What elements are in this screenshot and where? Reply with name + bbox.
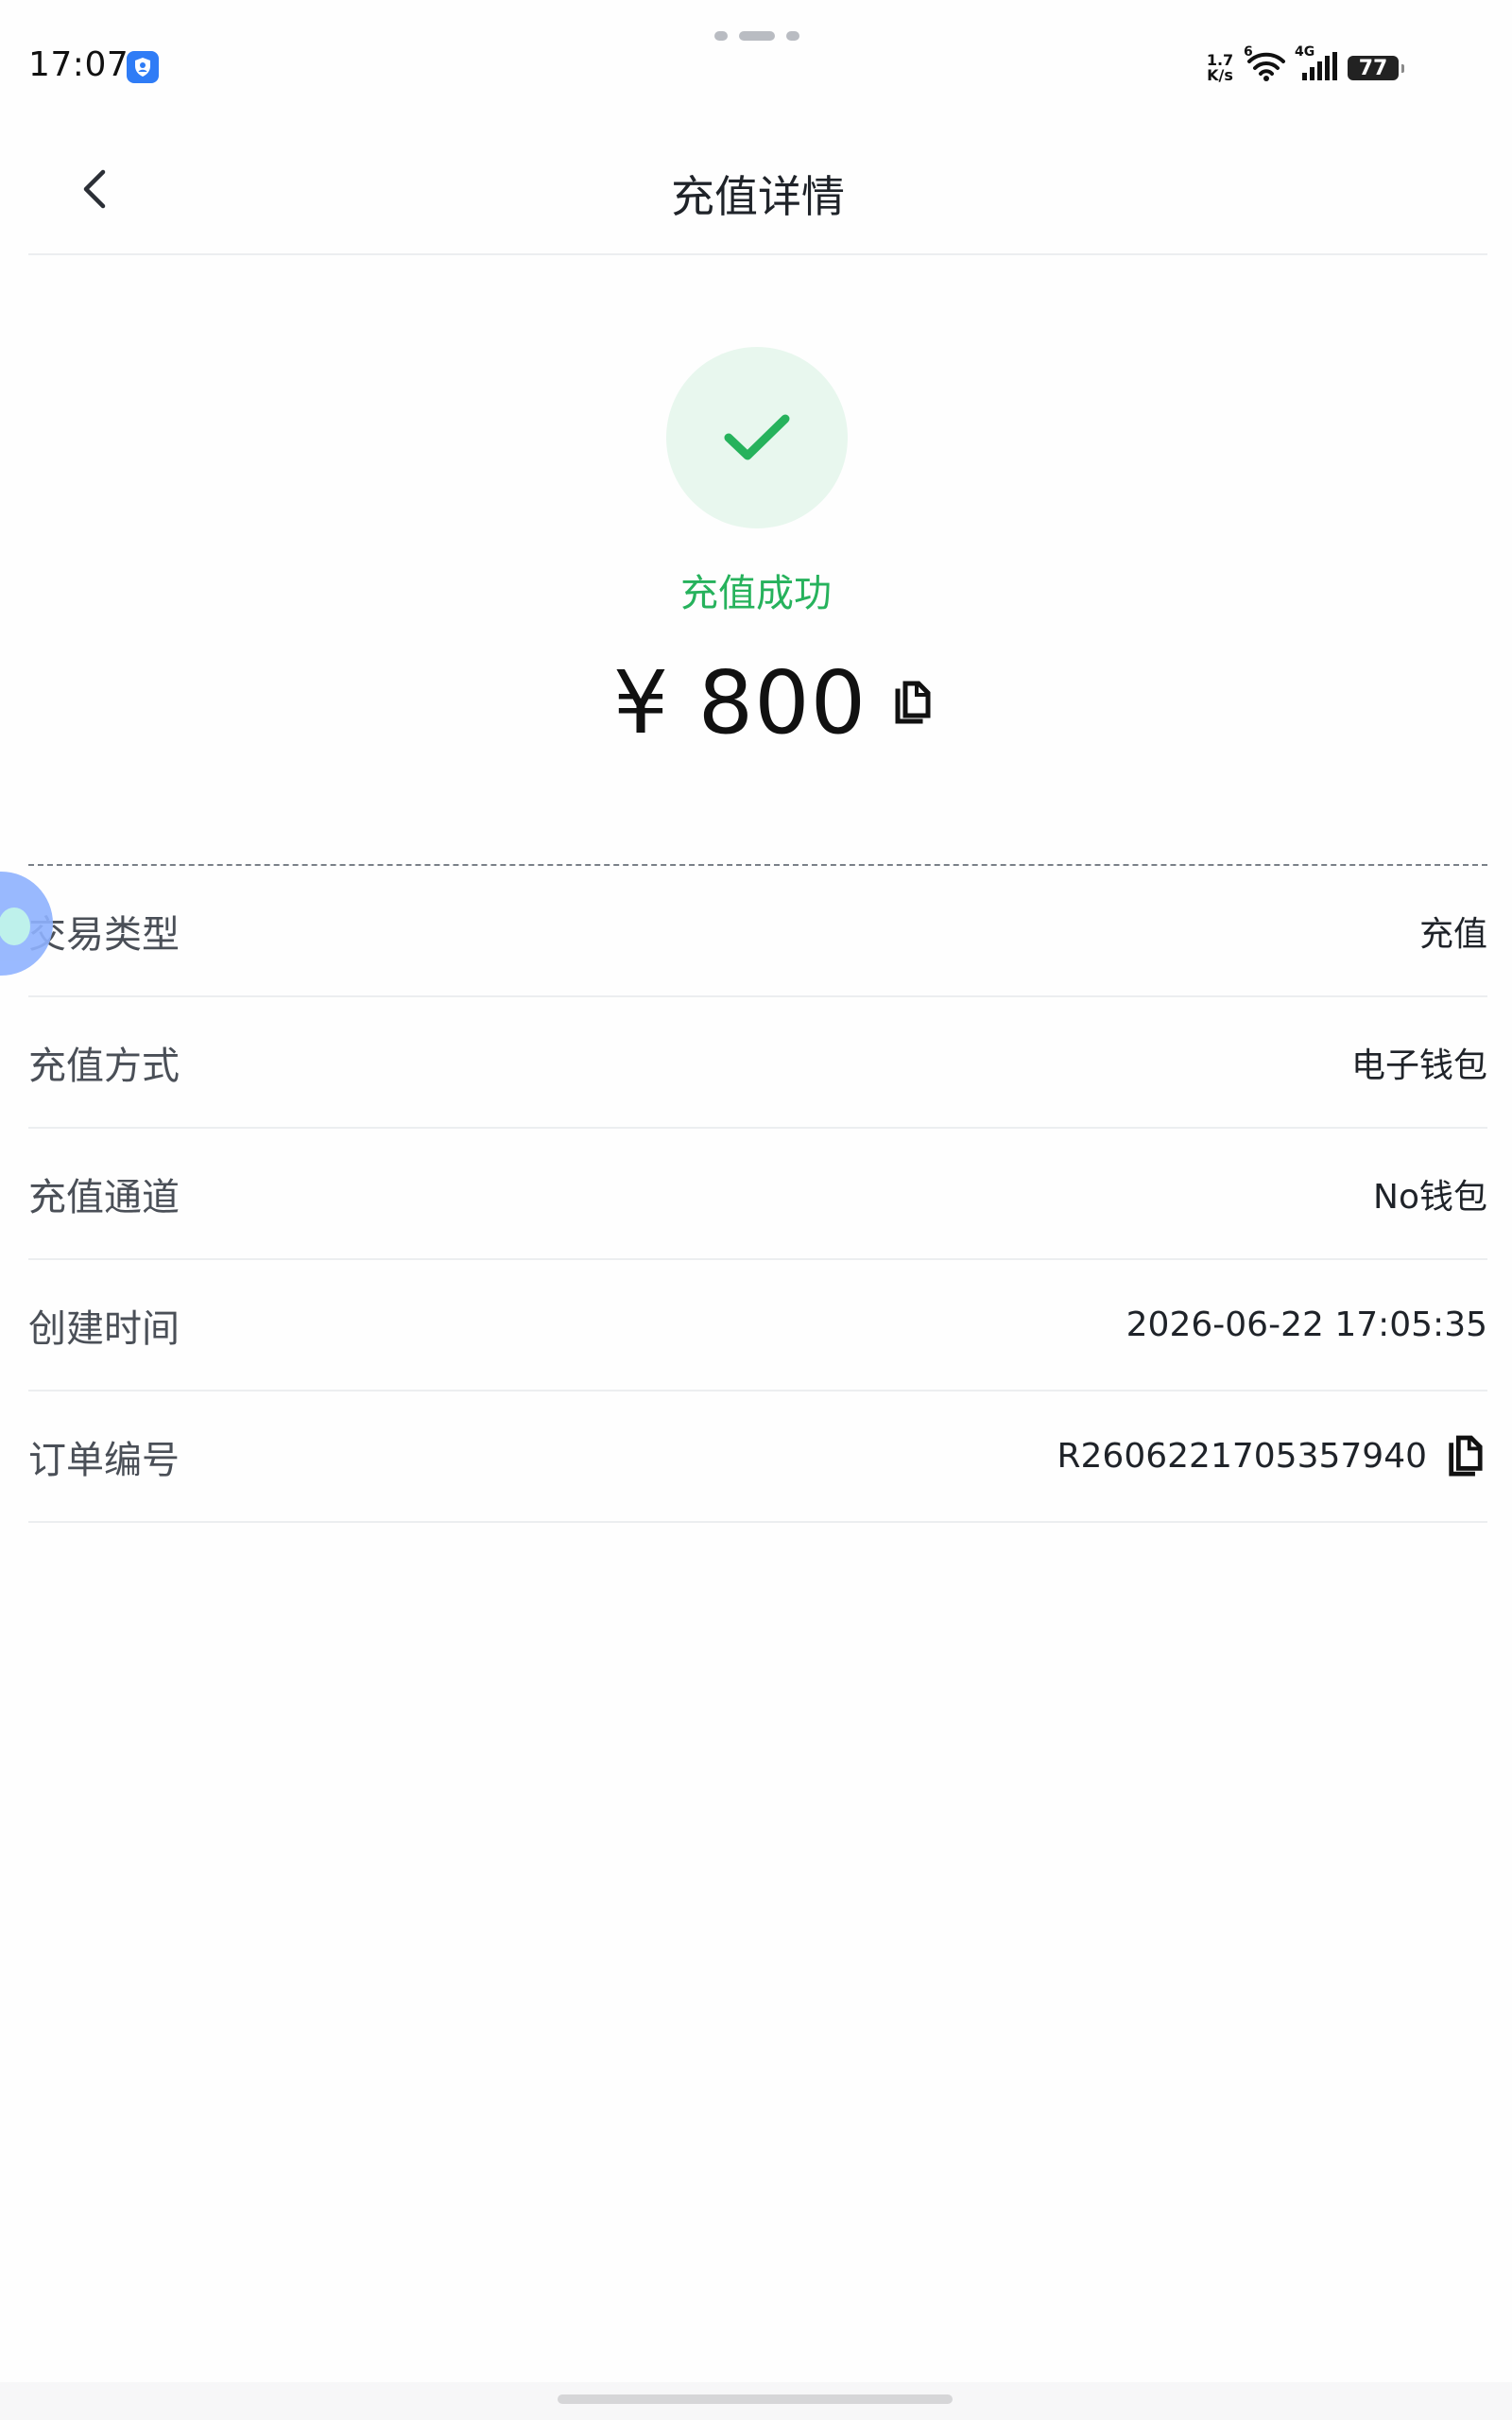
screen: 17:07 1.7 K/s 6 4G 77 充值详情 充值成功 ¥ 800 交易… xyxy=(0,0,1512,2420)
detail-row-created-time: 创建时间 2026-06-22 17:05:35 xyxy=(28,1260,1487,1392)
detail-row-order-number: 订单编号 R2606221705357940 xyxy=(28,1392,1487,1523)
detail-value: 充值 xyxy=(1418,914,1487,954)
pull-indicator xyxy=(714,28,799,43)
success-badge xyxy=(666,347,848,528)
app-header: 充值详情 xyxy=(28,123,1487,255)
copy-icon xyxy=(895,681,931,723)
status-icons: 1.7 K/s 6 4G 77 xyxy=(1204,44,1404,87)
copy-amount-button[interactable] xyxy=(887,677,936,730)
detail-row-recharge-channel: 充值通道 No钱包 xyxy=(28,1129,1487,1260)
status-bar: 17:07 1.7 K/s 6 4G 77 xyxy=(0,0,1512,113)
wifi-icon: 6 xyxy=(1244,44,1287,86)
copy-icon xyxy=(1449,1435,1483,1476)
detail-list: 交易类型 充值 充值方式 电子钱包 充值通道 No钱包 创建时间 2026-06… xyxy=(28,866,1487,1523)
detail-label: 创建时间 xyxy=(28,1306,180,1351)
detail-row-recharge-method: 充值方式 电子钱包 xyxy=(28,997,1487,1129)
detail-value: R2606221705357940 xyxy=(1057,1433,1487,1480)
network-speed: 1.7 K/s xyxy=(1206,51,1234,84)
detail-label: 充值通道 xyxy=(28,1175,180,1219)
security-badge-icon xyxy=(127,51,159,83)
detail-label: 订单编号 xyxy=(28,1438,180,1482)
amount-value: ¥ 800 xyxy=(612,652,868,753)
status-text: 充值成功 xyxy=(680,572,832,615)
battery-icon: 77 xyxy=(1348,56,1404,80)
detail-label: 充值方式 xyxy=(28,1044,180,1088)
assistant-icon xyxy=(0,908,30,945)
page-title: 充值详情 xyxy=(671,171,845,222)
home-indicator[interactable] xyxy=(558,2394,953,2404)
amount-row: ¥ 800 xyxy=(0,652,1512,753)
signal-icon: 4G xyxy=(1295,44,1338,86)
checkmark-icon xyxy=(724,414,790,460)
detail-row-transaction-type: 交易类型 充值 xyxy=(28,866,1487,997)
copy-order-number-button[interactable] xyxy=(1442,1433,1487,1480)
detail-value: No钱包 xyxy=(1373,1177,1487,1217)
detail-value: 2026-06-22 17:05:35 xyxy=(1125,1305,1487,1344)
status-time: 17:07 xyxy=(28,45,129,84)
detail-value: 电子钱包 xyxy=(1350,1046,1487,1085)
